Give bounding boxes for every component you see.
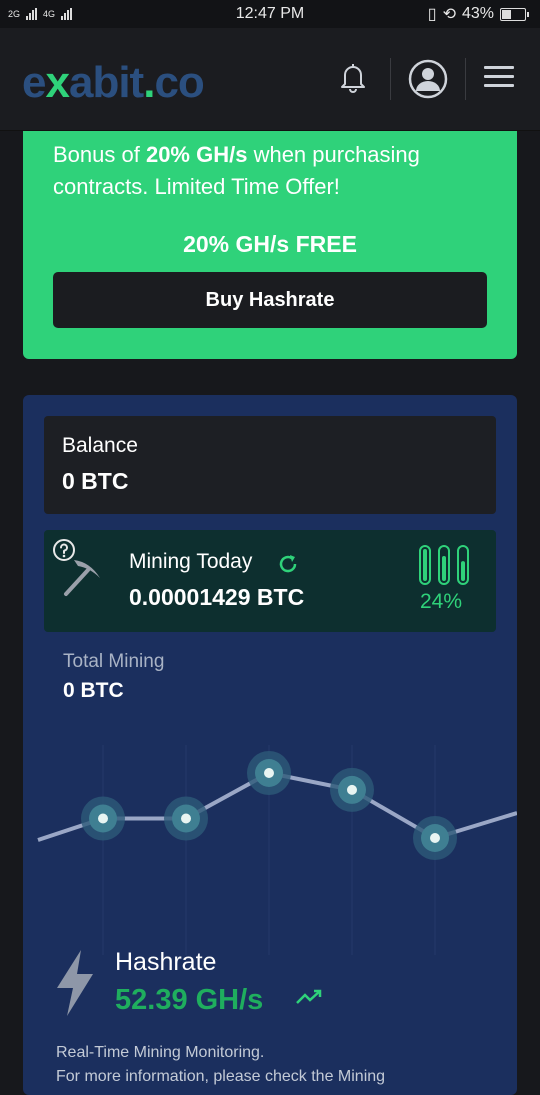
- lightning-icon: [57, 950, 93, 1016]
- total-mining-label: Total Mining: [63, 651, 165, 672]
- trending-up-icon: [296, 989, 322, 1004]
- mining-gauge-icon: [419, 545, 469, 585]
- mining-today-label: Mining Today: [129, 550, 253, 573]
- hashrate-label: Hashrate: [115, 948, 217, 976]
- status-bar: 2G 4G 12:47 PM ▯ ⟲ 43%: [0, 0, 540, 28]
- mining-today-card: Mining Today 0.00001429 BTC 24%: [44, 530, 496, 632]
- pickaxe-icon: [64, 560, 100, 596]
- bell-icon[interactable]: [336, 60, 370, 94]
- promo-banner: Bonus of 20% GH/s when purchasing contra…: [23, 131, 517, 359]
- signal-indicators: 2G 4G: [8, 8, 73, 20]
- refresh-icon[interactable]: [276, 552, 300, 576]
- dashboard-panel: Balance 0 BTC Mining Today 0.00001429 BT…: [23, 395, 517, 1095]
- realtime-info-line-1: Real-Time Mining Monitoring.: [56, 1044, 265, 1061]
- realtime-info-line-2: For more information, please check the M…: [56, 1068, 386, 1085]
- gauge-bar-fill: [442, 556, 446, 581]
- balance-card: Balance 0 BTC: [44, 416, 496, 514]
- battery-percent: 43%: [461, 5, 494, 22]
- promo-text: Bonus of 20% GH/s when purchasing contra…: [53, 142, 420, 199]
- battery-icon: [500, 7, 529, 21]
- rotation-lock-icon: ⟲: [442, 6, 456, 23]
- system-indicators: ▯ ⟲ 43%: [427, 4, 529, 24]
- mining-chart: [37, 745, 517, 955]
- hashrate-value: 52.39 GH/s: [115, 984, 264, 1016]
- hamburger-menu-icon[interactable]: [484, 66, 514, 90]
- signal-icon-2: [61, 8, 73, 20]
- mining-percent: 24%: [419, 590, 463, 613]
- exabit-logo[interactable]: exabit.co: [22, 58, 205, 108]
- header-divider-2: [465, 58, 466, 100]
- chart-point: [98, 813, 108, 824]
- promo-free-label: 20% GH/s FREE: [183, 231, 357, 257]
- balance-label: Balance: [62, 434, 138, 457]
- buy-hashrate-button[interactable]: Buy Hashrate: [53, 272, 487, 328]
- user-avatar-icon[interactable]: [408, 59, 448, 99]
- gauge-bar-fill: [423, 549, 427, 581]
- balance-value: 0 BTC: [62, 468, 129, 494]
- mining-today-value: 0.00001429 BTC: [129, 584, 305, 610]
- vibrate-icon: ▯: [427, 6, 437, 23]
- network-type-1: 2G: [8, 9, 21, 19]
- chart-point: [430, 833, 440, 843]
- chart-point: [181, 813, 191, 824]
- chart-point: [347, 784, 357, 795]
- signal-icon: [26, 8, 38, 20]
- total-mining-value: 0 BTC: [63, 679, 124, 702]
- gauge-bar-fill: [461, 561, 465, 581]
- app-header: exabit.co: [0, 28, 540, 131]
- realtime-info-text: Real-Time Mining Monitoring. For more in…: [56, 1041, 496, 1089]
- network-type-2: 4G: [43, 9, 56, 19]
- chart-point: [264, 768, 274, 778]
- header-divider: [390, 58, 391, 100]
